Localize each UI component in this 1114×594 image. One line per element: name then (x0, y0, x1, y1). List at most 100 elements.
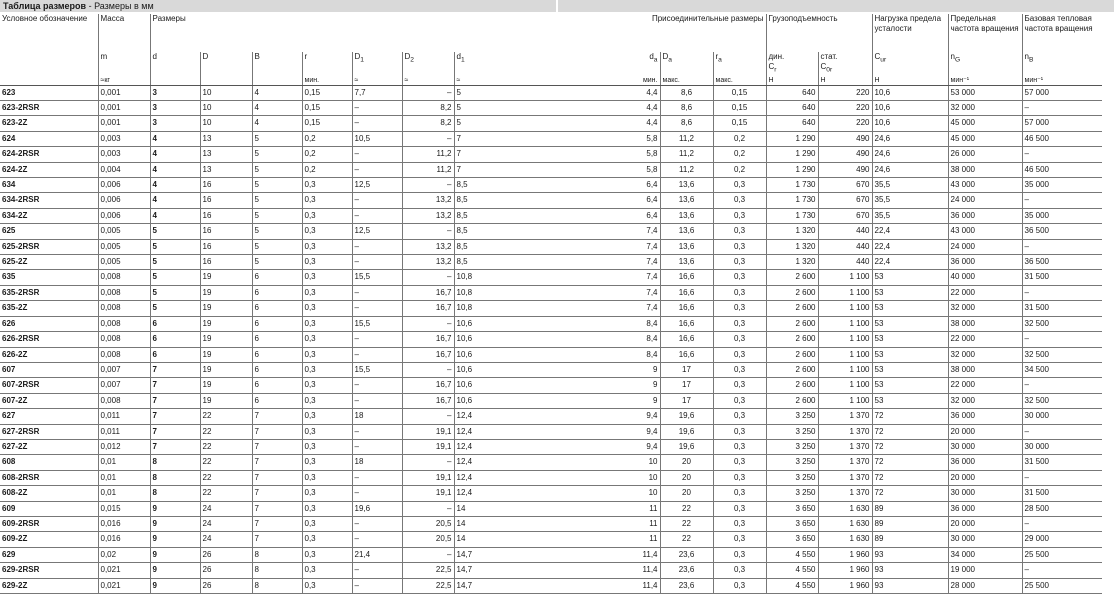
cell-mass: 0,004 (97, 162, 150, 179)
cell-ra: 0,2 (712, 162, 766, 179)
cell-da: 8,4 (608, 347, 660, 363)
cell-D1: – (351, 192, 402, 209)
cell-C0r: 1 370 (817, 408, 872, 425)
cell-Cr: 3 250 (765, 424, 818, 440)
cell-d1: 8,5 (453, 192, 608, 209)
cell-d: 7 (149, 393, 200, 410)
cell-r: 0,2 (301, 130, 352, 148)
cell-da: 8,4 (608, 315, 660, 333)
table-row: 635-2Z 0,008 5 19 6 0,3–16,7 10,8 7,4 16,6 0,3 2 6… (0, 300, 1102, 317)
cell-ra: 0,3 (712, 500, 766, 517)
cell-da: 11,4 (608, 578, 660, 594)
symbol-C0r: стат. C0r (817, 52, 872, 76)
cell-D1: – (351, 562, 402, 579)
table-row: 607 0,007 7 19 6 0,3 15,5–10,6 9 17 0,3 2 600 1 100… (0, 361, 1102, 379)
cell-designation: 635-2Z (0, 300, 98, 317)
cell-designation: 629 (0, 546, 98, 564)
cell-Da: 16,6 (659, 347, 713, 363)
cell-d: 5 (149, 300, 200, 317)
cell-da: 10 (608, 454, 660, 471)
cell-ra: 0,3 (712, 285, 766, 302)
cell-Da: 11,2 (659, 162, 713, 179)
cell-ra: 0,3 (712, 254, 766, 271)
cell-r: 0,3 (301, 192, 352, 209)
cell-D2: 13,2 (401, 239, 454, 256)
cell-nB: 35 000 (1021, 208, 1102, 225)
cell-C0r: 1 630 (817, 500, 872, 517)
cell-C0r: 440 (817, 223, 872, 240)
cell-d: 8 (149, 485, 200, 502)
cell-ra: 0,3 (712, 424, 766, 440)
cell-d1: 8,5 (453, 239, 608, 256)
table-row: 607-2Z 0,008 7 19 6 0,3–16,7 10,6 9 17 0,3 2 600 1 … (0, 393, 1102, 410)
cell-d1: 5 (453, 84, 608, 102)
cell-mass: 0,015 (97, 500, 150, 517)
cell-ra: 0,2 (712, 146, 766, 163)
cell-da: 4,4 (608, 84, 660, 102)
cell-nB: 29 000 (1021, 531, 1102, 548)
cell-r: 0,3 (301, 562, 352, 579)
cell-B: 5 (251, 208, 302, 225)
cell-C0r: 220 (817, 84, 872, 102)
cell-D1: – (351, 424, 402, 440)
cell-Cr: 3 650 (765, 500, 818, 517)
header-fatigue-load: Нагрузка предела усталости (871, 14, 948, 52)
cell-nB: – (1021, 239, 1102, 256)
cell-D: 16 (199, 254, 252, 271)
cell-mass: 0,001 (97, 115, 150, 132)
cell-nB: – (1021, 424, 1102, 440)
cell-d: 4 (149, 146, 200, 163)
symbol-Da: Da (659, 52, 713, 76)
cell-Cur: 53 (871, 393, 948, 410)
cell-nB: – (1021, 192, 1102, 209)
table-row: 625 0,005 5 16 5 0,3 12,5–8,5 7,4 13,6 0,3 1 320 44… (0, 223, 1102, 240)
cell-mass: 0,008 (97, 269, 150, 286)
symbol-Cur: Cur (871, 52, 948, 76)
cell-designation: 625-2RSR (0, 239, 98, 256)
table-row: 608 0,01 8 22 7 0,3 18–12,4 10 20 0,3 3 250 1 370 72… (0, 454, 1102, 471)
cell-C0r: 1 100 (817, 331, 872, 348)
cell-designation: 623-2RSR (0, 100, 98, 117)
cell-Cr: 1 290 (765, 162, 818, 179)
cell-da: 6,4 (608, 208, 660, 225)
cell-d1: 12,4 (453, 485, 608, 502)
cell-ra: 0,3 (712, 470, 766, 487)
cell-nG: 43 000 (947, 223, 1022, 240)
cell-ra: 0,3 (712, 239, 766, 256)
table-row: 624 0,003 4 13 5 0,2 10,5–7 5,8 11,2 0,2 1 290 490 2… (0, 130, 1102, 148)
cell-d1: 12,4 (453, 454, 608, 471)
cell-Cur: 24,6 (871, 146, 948, 163)
table-row: 627-2Z 0,012 7 22 7 0,3–19,1 12,4 9,4 19,6 0,3 3 2… (0, 439, 1102, 456)
cell-d1: 7 (453, 130, 608, 148)
cell-D: 24 (199, 531, 252, 548)
cell-da: 11 (608, 531, 660, 548)
cell-d: 9 (149, 516, 200, 533)
cell-Da: 22 (659, 500, 713, 517)
cell-C0r: 1 100 (817, 269, 872, 286)
table-row: 629-2RSR 0,021 9 26 8 0,3–22,5 14,7 11,4 23,6 0,3… (0, 562, 1102, 579)
cell-Cur: 53 (871, 269, 948, 286)
cell-nB: 57 000 (1021, 115, 1102, 132)
cell-designation: 626-2Z (0, 347, 98, 363)
cell-r: 0,3 (301, 269, 352, 286)
cell-ra: 0,3 (712, 177, 766, 194)
cell-r: 0,3 (301, 546, 352, 564)
dimensions-table: Условное обозначение Масса Размеры Присо… (0, 14, 1102, 594)
cell-nB: – (1021, 470, 1102, 487)
cell-D1: – (351, 146, 402, 163)
cell-d: 9 (149, 531, 200, 548)
cell-D1: – (351, 162, 402, 179)
cell-nG: 36 000 (947, 254, 1022, 271)
cell-nG: 34 000 (947, 546, 1022, 564)
cell-C0r: 1 370 (817, 470, 872, 487)
cell-Cur: 72 (871, 424, 948, 440)
cell-r: 0,3 (301, 424, 352, 440)
cell-C0r: 220 (817, 100, 872, 117)
cell-d: 4 (149, 130, 200, 148)
cell-r: 0,3 (301, 347, 352, 363)
cell-D: 22 (199, 408, 252, 425)
table-row: 609 0,015 9 24 7 0,3 19,6–14 11 22 0,3 3 650 1 630 8… (0, 500, 1102, 517)
cell-D1: 12,5 (351, 177, 402, 194)
unit-C0r: Н (817, 75, 872, 86)
title-bar (0, 0, 1114, 12)
